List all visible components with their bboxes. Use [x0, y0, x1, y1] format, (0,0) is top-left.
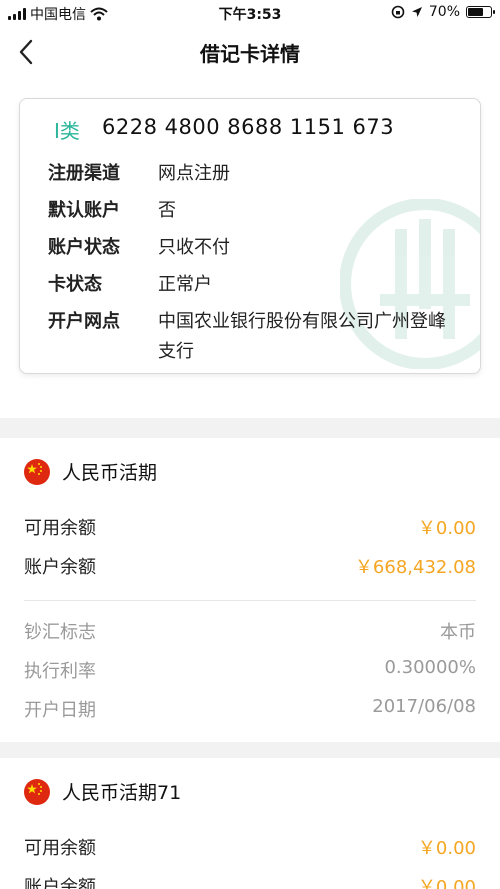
status-bar: 中国电信 下午3:53 70%: [0, 0, 500, 26]
row-value: ￥0.00: [417, 518, 476, 539]
row-value: 0.30000%: [384, 657, 476, 678]
status-right: 70%: [391, 4, 495, 20]
account-balance-row: 账户余额 ￥0.00: [24, 873, 476, 889]
card-field-branch: 开户网点 中国农业银行股份有限公司广州登峰支行: [48, 307, 458, 367]
card-field-card-status: 卡状态 正常户: [48, 270, 458, 300]
account-section-1[interactable]: 人民币活期 可用余额 ￥0.00 账户余额 ￥668,432.08 钞汇标志 本…: [0, 438, 500, 742]
available-balance-row: 可用余额 ￥0.00: [24, 834, 476, 860]
card-number: 6228 4800 8688 1151 673: [102, 115, 395, 139]
row-value: ￥668,432.08: [354, 557, 476, 578]
account-balance-row: 账户余额 ￥668,432.08: [24, 553, 476, 579]
card-field-channel: 注册渠道 网点注册: [48, 159, 458, 189]
field-label: 卡状态: [48, 274, 102, 295]
row-label: 可用余额: [24, 838, 96, 859]
battery-fill: [468, 8, 484, 16]
field-label: 默认账户: [48, 200, 120, 221]
card-area: I类 6228 4800 8688 1151 673 注册渠道 网点注册 默认账…: [0, 78, 500, 418]
currency-flag-row: 钞汇标志 本币: [24, 618, 476, 644]
account-header: 人民币活期71: [24, 778, 181, 805]
field-value: 网点注册: [158, 163, 230, 184]
battery-percent: 70%: [428, 4, 460, 20]
row-label: 执行利率: [24, 661, 96, 682]
field-value: 中国农业银行股份有限公司广州登峰支行: [158, 311, 446, 362]
field-label: 开户网点: [48, 311, 120, 332]
card-field-default: 默认账户 否: [48, 196, 458, 226]
interest-rate-row: 执行利率 0.30000%: [24, 657, 476, 683]
account-header: 人民币活期: [24, 458, 157, 485]
card-type-label: I类: [54, 119, 80, 143]
nav-bar: 借记卡详情: [0, 26, 500, 78]
row-label: 账户余额: [24, 877, 96, 889]
row-label: 可用余额: [24, 518, 96, 539]
page-title: 借记卡详情: [200, 42, 300, 66]
row-label: 开户日期: [24, 700, 96, 721]
debit-card: I类 6228 4800 8688 1151 673 注册渠道 网点注册 默认账…: [19, 98, 481, 374]
field-value: 只收不付: [158, 237, 230, 258]
card-field-account-status: 账户状态 只收不付: [48, 233, 458, 263]
row-value: 本币: [440, 622, 476, 643]
account-title: 人民币活期71: [62, 782, 182, 804]
row-label: 账户余额: [24, 557, 96, 578]
field-label: 注册渠道: [48, 163, 120, 184]
account-title: 人民币活期: [62, 462, 158, 484]
rotation-lock-icon: [391, 5, 405, 19]
account-section-2[interactable]: 人民币活期71 可用余额 ￥0.00 账户余额 ￥0.00: [0, 758, 500, 889]
divider: [24, 600, 476, 601]
field-value: 正常户: [158, 274, 212, 295]
china-flag-icon: [24, 778, 50, 805]
row-label: 钞汇标志: [24, 622, 96, 643]
row-value: ￥0.00: [417, 877, 476, 889]
field-label: 账户状态: [48, 237, 120, 258]
available-balance-row: 可用余额 ￥0.00: [24, 514, 476, 540]
row-value: 2017/06/08: [372, 696, 476, 717]
field-value: 否: [158, 200, 176, 221]
china-flag-icon: [24, 458, 50, 485]
battery-icon: [466, 6, 495, 18]
row-value: ￥0.00: [417, 838, 476, 859]
open-date-row: 开户日期 2017/06/08: [24, 696, 476, 722]
location-icon: [411, 7, 422, 17]
